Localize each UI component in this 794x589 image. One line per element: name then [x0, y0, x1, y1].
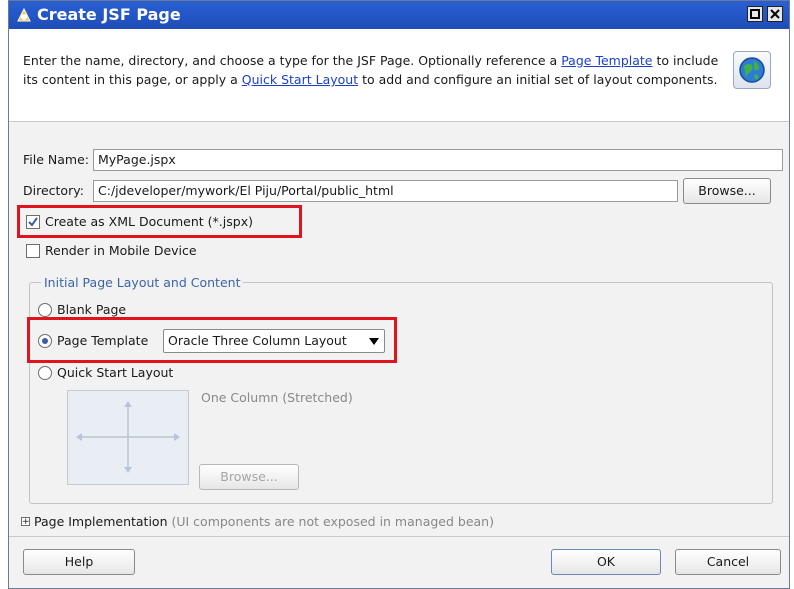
page-implementation-label: Page Implementation (UI components are n… [34, 514, 494, 529]
directory-field[interactable]: C:/jdeveloper/mywork/El Piju/Portal/publ… [93, 180, 678, 202]
jsf-page-icon [17, 7, 31, 22]
close-icon [770, 9, 780, 19]
quick-start-radio[interactable] [38, 366, 52, 380]
file-name-label: File Name: [23, 152, 89, 167]
quick-start-layout-link[interactable]: Quick Start Layout [242, 72, 358, 87]
maximize-button[interactable] [747, 6, 763, 22]
close-button[interactable] [767, 6, 783, 22]
title-bar[interactable]: Create JSF Page [9, 1, 789, 29]
page-implementation-expander[interactable]: + [21, 517, 30, 527]
page-template-dropdown-value: Oracle Three Column Layout [168, 333, 347, 348]
blank-page-radio[interactable] [38, 303, 52, 317]
page-template-link[interactable]: Page Template [561, 53, 652, 68]
quick-start-label: Quick Start Layout [57, 365, 174, 380]
dialog-title: Create JSF Page [37, 5, 181, 24]
chevron-down-icon [369, 338, 379, 345]
description-panel: Enter the name, directory, and choose a … [9, 29, 789, 122]
file-name-field[interactable]: MyPage.jspx [93, 149, 783, 171]
directory-label: Directory: [23, 183, 84, 198]
cancel-button[interactable]: Cancel [675, 549, 781, 575]
render-mobile-label: Render in Mobile Device [45, 243, 197, 258]
description-text-1: Enter the name, directory, and choose a … [23, 53, 562, 68]
quick-start-preview-caption: One Column (Stretched) [201, 390, 353, 405]
globe-help-icon [733, 51, 771, 89]
quick-start-browse-button[interactable]: Browse... [199, 464, 299, 490]
render-mobile-checkbox[interactable] [26, 244, 40, 258]
page-template-label: Page Template [57, 333, 149, 348]
ok-button[interactable]: OK [551, 549, 661, 575]
page-template-radio[interactable] [38, 334, 52, 348]
checkmark-icon [28, 217, 38, 227]
layout-crosshair-icon [76, 401, 180, 473]
dialog-description: Enter the name, directory, and choose a … [23, 51, 723, 89]
footer-separator [9, 536, 789, 537]
page-template-dropdown[interactable]: Oracle Three Column Layout [163, 329, 385, 353]
description-text-3: to add and configure an initial set of l… [358, 72, 718, 87]
maximize-icon [750, 9, 760, 19]
blank-page-label: Blank Page [57, 302, 127, 317]
group-legend: Initial Page Layout and Content [41, 275, 244, 290]
create-xml-checkbox[interactable] [26, 215, 40, 229]
page-implementation-note: (UI components are not exposed in manage… [171, 514, 494, 529]
help-button[interactable]: Help [23, 549, 135, 575]
layout-preview-thumbnail [67, 390, 189, 485]
create-xml-label: Create as XML Document (*.jspx) [45, 214, 253, 229]
page-implementation-title: Page Implementation [34, 514, 168, 529]
create-jsf-page-dialog: Create JSF Page Enter the name, director… [8, 0, 790, 589]
directory-browse-button[interactable]: Browse... [683, 178, 771, 204]
